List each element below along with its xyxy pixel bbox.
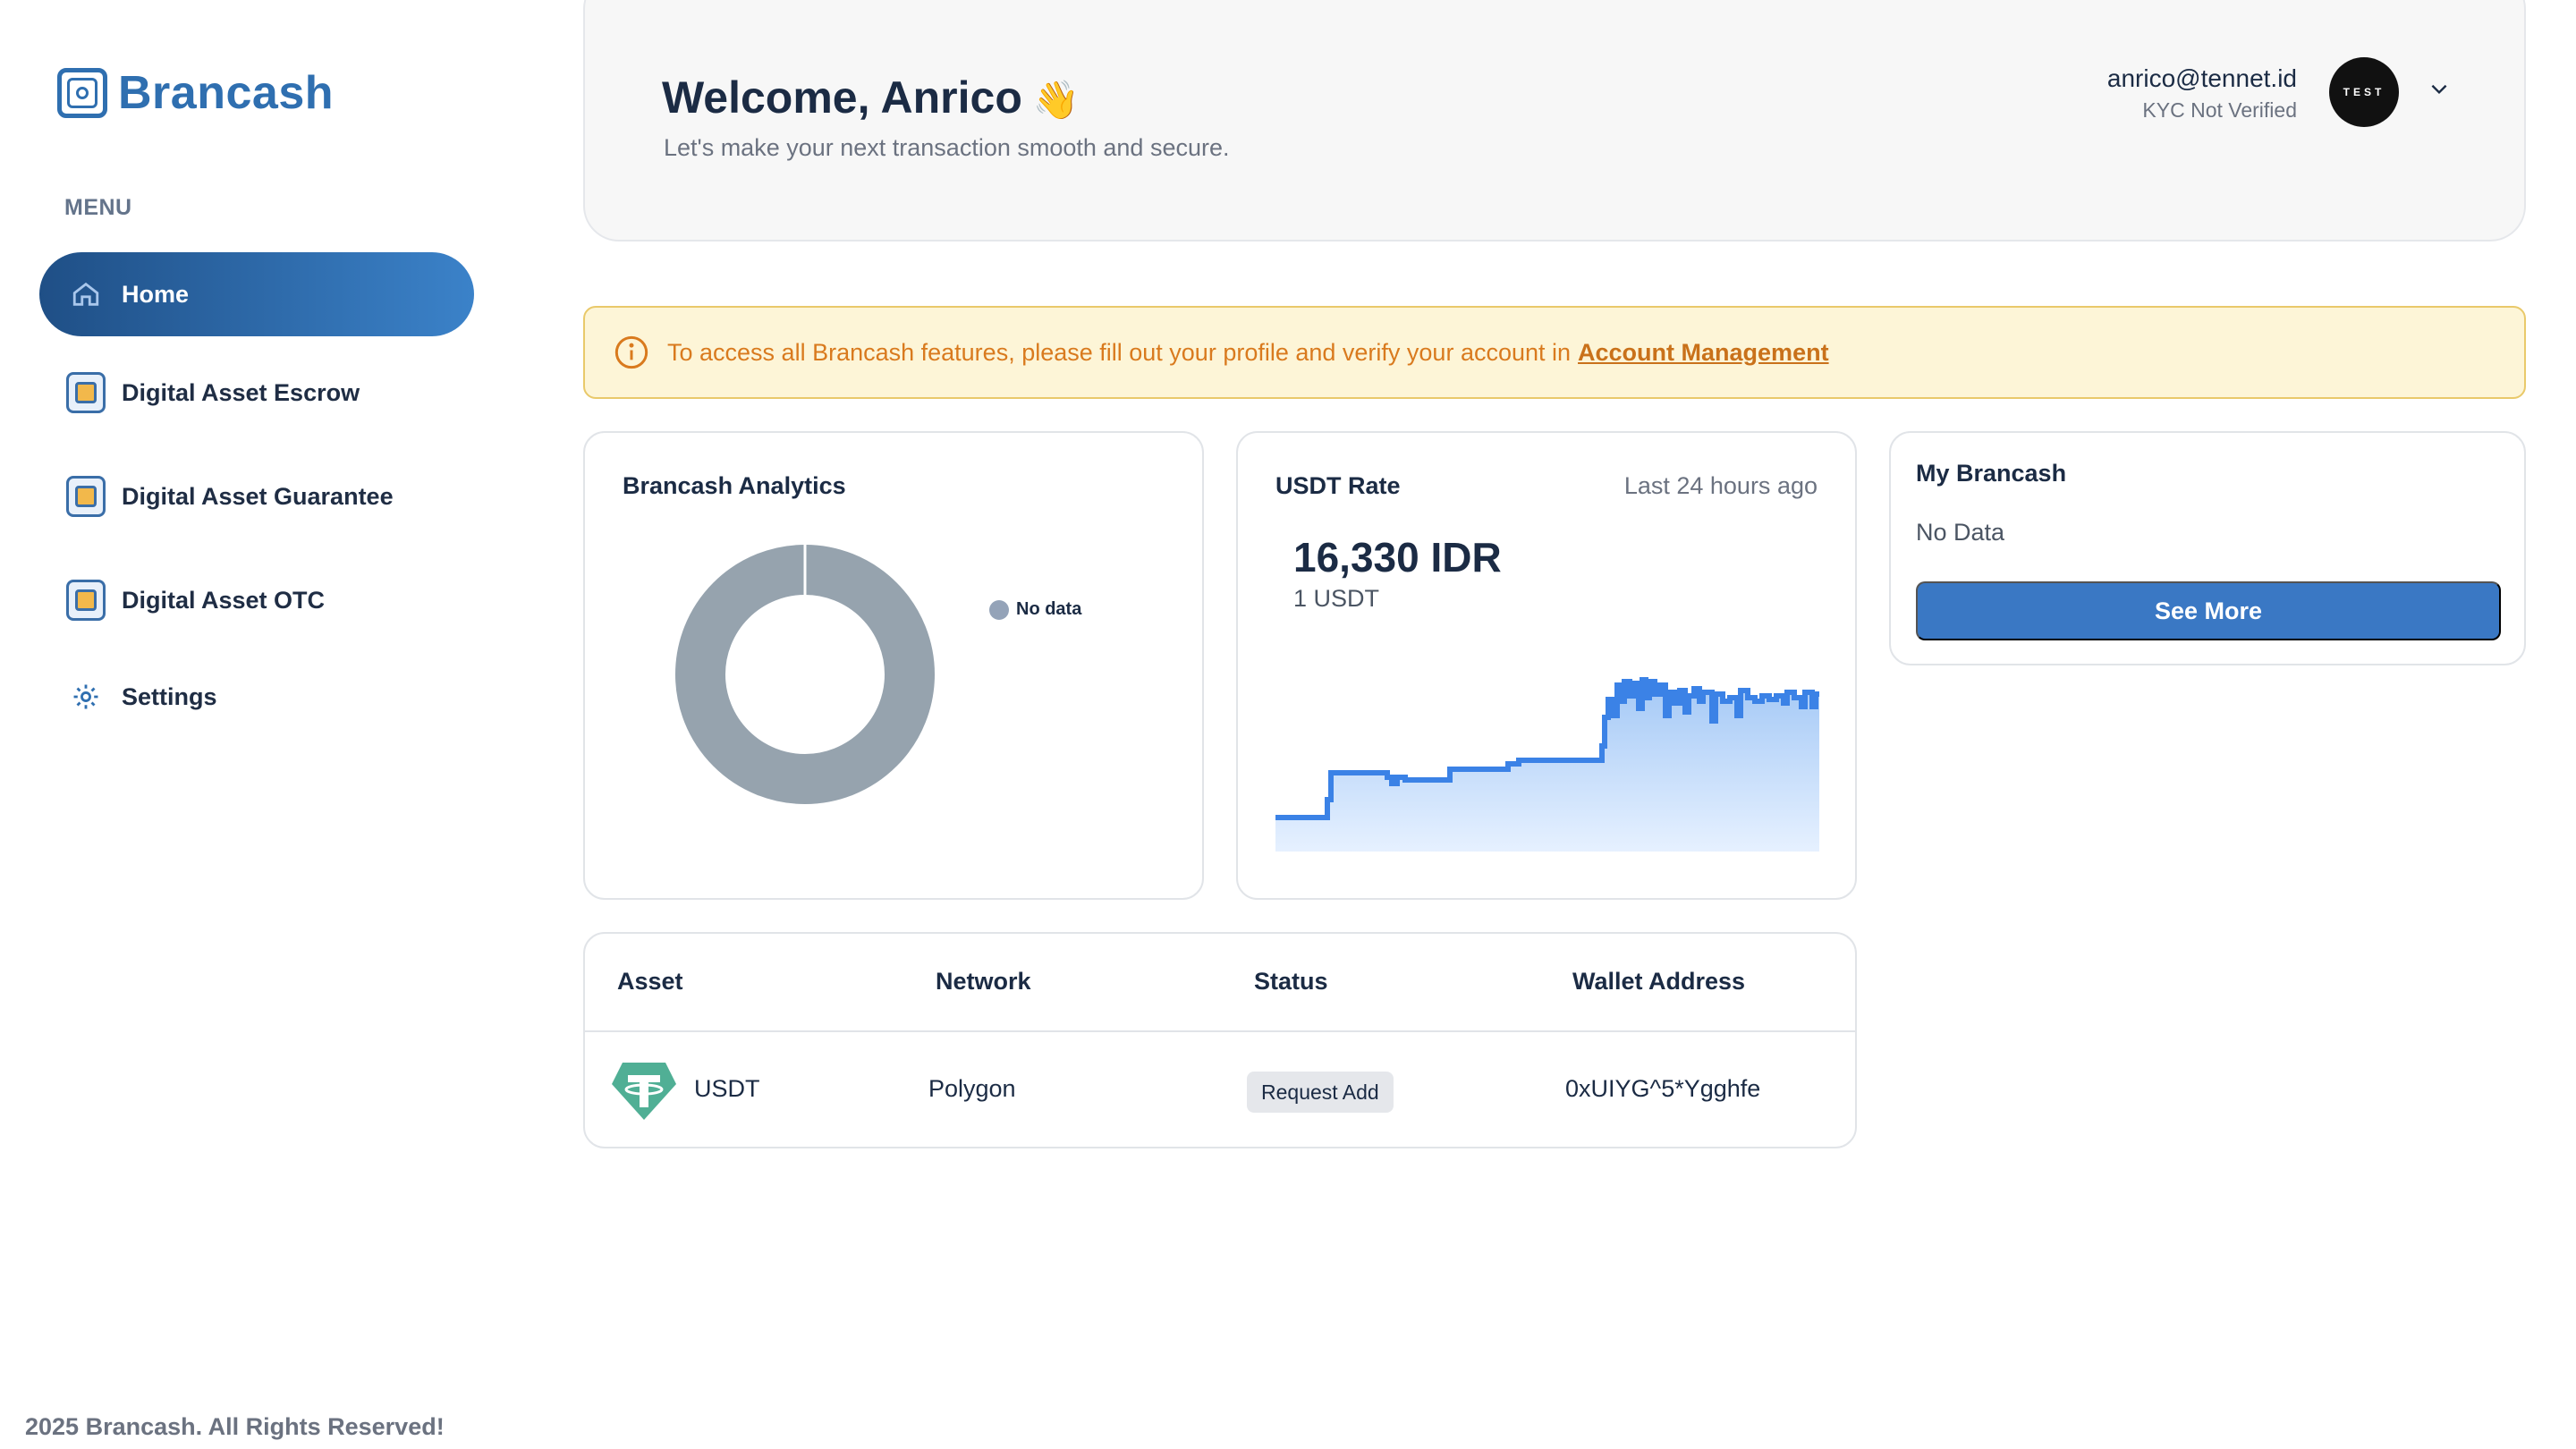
sidebar-item-label: Digital Asset Guarantee [122,482,394,510]
welcome-header: Welcome, Anrico 👋 Let's make your next tr… [583,0,2526,242]
legend-swatch [989,599,1009,620]
column-header-asset: Asset [617,968,683,995]
page-subtitle: Let's make your next transaction smooth … [664,134,1230,161]
user-email: anrico@tennet.id [2106,64,2297,92]
otc-icon [66,580,106,621]
rate-period: Last 24 hours ago [1623,472,1818,499]
tether-icon [612,1063,676,1120]
sidebar-item-otc[interactable]: Digital Asset OTC [39,558,474,642]
brand-name: Brancash [118,67,334,119]
empty-state-text: No Data [1916,519,2005,546]
rate-value: 16,330 IDR [1293,534,1502,580]
brand-logo[interactable]: Brancash [57,66,334,120]
asset-name: USDT [694,1075,760,1102]
guarantee-icon [66,476,106,517]
legend-label: No data [1016,599,1082,619]
sidebar: Brancash MENU Home Digital Asset Escrow … [0,0,537,1449]
escrow-icon [66,372,106,413]
usdt-rate-sparkline [1275,677,1819,852]
column-header-network: Network [936,968,1031,995]
alert-message: To access all Brancash features, please … [667,338,1572,366]
account-management-link[interactable]: Account Management [1578,339,1829,367]
my-brancash-title: My Brancash [1916,460,2067,487]
logo-icon [57,68,107,118]
avatar[interactable]: TEST [2329,57,2399,127]
sidebar-item-label: Settings [122,682,217,710]
status-badge: Request Add [1247,1072,1394,1113]
rate-unit: 1 USDT [1293,585,1380,612]
column-header-wallet: Wallet Address [1572,968,1746,995]
sidebar-item-label: Digital Asset OTC [122,586,326,614]
column-header-status: Status [1254,968,1328,995]
analytics-title: Brancash Analytics [623,472,846,499]
usdt-rate-card: USDT Rate Last 24 hours ago 16,330 IDR 1… [1236,431,1857,900]
chevron-down-icon[interactable] [2426,75,2453,102]
sidebar-item-guarantee[interactable]: Digital Asset Guarantee [39,454,474,538]
info-icon [614,335,648,369]
network-name: Polygon [928,1075,1016,1102]
wallet-address: 0xUIYG^5*Ygghfe [1565,1075,1761,1102]
footer-copyright: 2025 Brancash. All Rights Reserved! [25,1413,445,1440]
page-title: Welcome, Anrico 👋 [662,72,1080,123]
analytics-card: Brancash Analytics No data [583,431,1204,900]
sidebar-item-label: Home [122,280,190,308]
sidebar-item-settings[interactable]: Settings [39,655,474,739]
my-brancash-card: My Brancash No Data See More [1889,431,2526,665]
asset-table: Asset Network Status Wallet Address USDT… [583,932,1857,1148]
table-header: Asset Network Status Wallet Address [585,934,1855,1032]
sidebar-item-home[interactable]: Home [39,252,474,336]
sidebar-item-label: Digital Asset Escrow [122,378,360,406]
sidebar-item-escrow[interactable]: Digital Asset Escrow [39,351,474,435]
welcome-text: Welcome, Anrico [662,72,1022,123]
see-more-button[interactable]: See More [1916,581,2501,640]
home-icon [66,275,106,314]
chart-legend: No data [989,599,1081,620]
kyc-alert-banner: To access all Brancash features, please … [583,306,2526,399]
analytics-donut-chart [675,543,935,804]
wave-icon: 👋 [1032,79,1080,121]
gear-icon [66,677,106,716]
kyc-status: KYC Not Verified [2142,98,2297,122]
user-info[interactable]: anrico@tennet.id KYC Not Verified [2107,64,2297,123]
rate-title: USDT Rate [1275,472,1401,499]
menu-label: MENU [64,195,132,220]
